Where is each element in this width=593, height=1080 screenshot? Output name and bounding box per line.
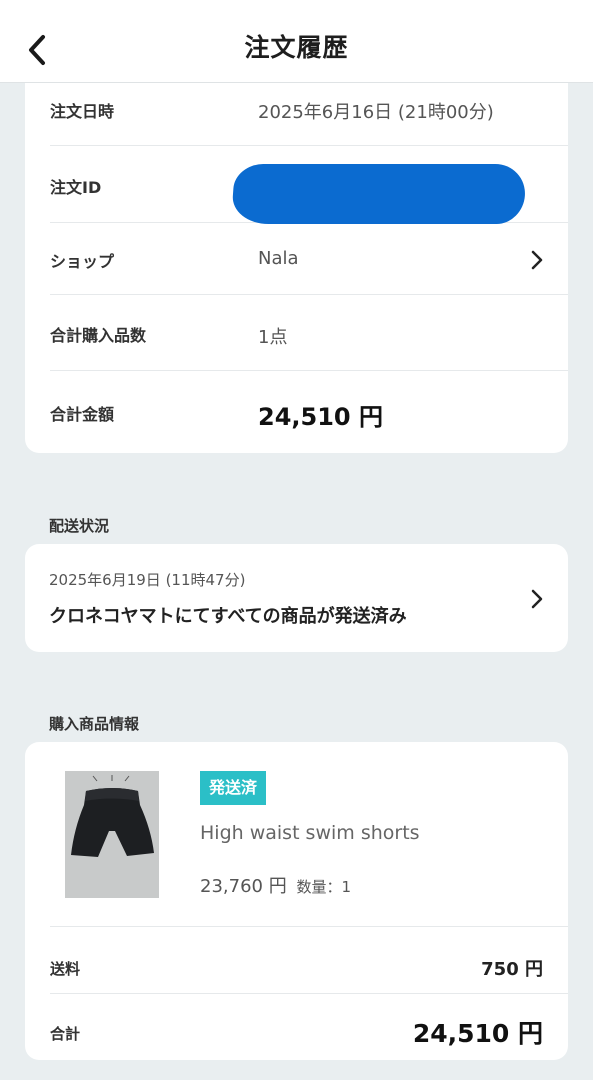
delivery-status-text: クロネコヤマトにてすべての商品が発送済み: [49, 606, 407, 627]
grand-total-label: 合計: [50, 1025, 81, 1043]
delivery-heading: 配送状況: [49, 517, 110, 535]
product-name[interactable]: High waist swim shorts: [200, 822, 420, 844]
delivery-date: 2025年6月19日 (11時47分): [49, 571, 246, 589]
app-header: 注文履歴: [0, 0, 593, 83]
delivery-status-card[interactable]: 2025年6月19日 (11時47分) クロネコヤマトにてすべての商品が発送済み: [25, 544, 568, 652]
total-amount-label: 合計金額: [50, 405, 115, 424]
shipping-label: 送料: [50, 960, 81, 978]
product-price: 23,760 円: [200, 876, 287, 897]
item-count-label: 合計購入品数: [50, 326, 147, 345]
shipping-value: 750 円: [481, 959, 543, 980]
shop-label: ショップ: [50, 252, 115, 271]
product-info-card: 発送済 High waist swim shorts 23,760 円 数量：1…: [25, 742, 568, 1060]
shop-row[interactable]: ショップ Nala: [50, 223, 568, 295]
order-id-redaction: [230, 164, 528, 224]
shop-value: Nala: [258, 248, 299, 269]
order-id-label: 注文ID: [50, 178, 102, 197]
chevron-right-icon: [531, 589, 543, 609]
order-summary-card: 注文日時 2025年6月16日 (21時00分) 注文ID ショップ Nala …: [25, 60, 568, 453]
product-thumbnail[interactable]: [65, 771, 159, 898]
product-info-heading: 購入商品情報: [49, 715, 140, 733]
total-amount-value: 24,510 円: [258, 403, 383, 431]
product-quantity: 数量：1: [296, 878, 351, 896]
grand-total-row: 合計 24,510 円: [50, 993, 568, 1060]
item-count-value: 1点: [258, 327, 288, 348]
shipping-row: 送料 750 円: [50, 926, 568, 993]
order-date-value: 2025年6月16日 (21時00分): [258, 102, 494, 123]
chevron-right-icon: [531, 250, 543, 270]
swim-shorts-image: [65, 771, 159, 898]
item-count-row: 合計購入品数 1点: [50, 295, 568, 371]
product-price-line: 23,760 円 数量：1: [200, 872, 351, 898]
grand-total-value: 24,510 円: [412, 1019, 543, 1048]
page-title: 注文履歴: [244, 33, 349, 62]
shipped-badge: 発送済: [200, 771, 267, 805]
total-amount-row: 合計金額 24,510 円: [50, 371, 568, 453]
order-date-label: 注文日時: [50, 102, 115, 121]
